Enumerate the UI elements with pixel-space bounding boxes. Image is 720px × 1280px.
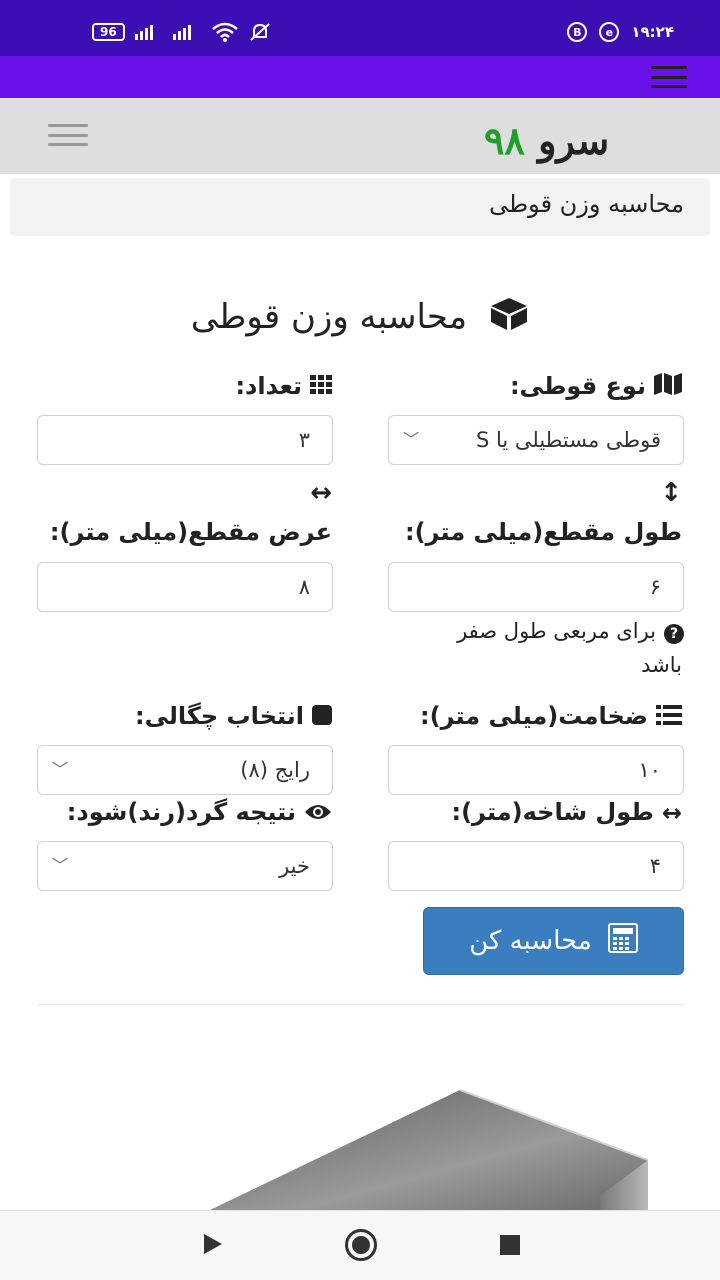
box-illustration (210, 1089, 649, 1210)
count-label: تعداد: (235, 372, 332, 401)
battery-icon: 96 (92, 23, 125, 41)
branch-length-label: ↔طول شاخه(متر): (451, 798, 682, 827)
box-type-select[interactable]: قوطی مستطیلی یا S ﹀ (388, 415, 684, 465)
chevron-down-icon: ﹀ (52, 856, 69, 875)
signal-icon (134, 25, 153, 40)
divider (38, 1004, 684, 1005)
top-bar (0, 56, 720, 98)
breadcrumb-item[interactable]: محاسبه وزن قوطی (489, 190, 684, 218)
status-bar: 96 B e ۱۹:۲۴ (0, 0, 720, 56)
count-input[interactable]: ۳ (37, 415, 333, 465)
home-icon[interactable] (345, 1229, 377, 1261)
site-header (0, 98, 720, 174)
clock: ۱۹:۲۴ (631, 23, 674, 41)
chevron-down-icon: ﹀ (52, 760, 69, 779)
vertical-arrow-icon: ↕ (660, 478, 682, 508)
chevron-down-icon: ﹀ (403, 430, 420, 449)
recent-apps-icon[interactable] (500, 1235, 520, 1255)
horizontal-arrow-icon: ↔ (661, 799, 682, 827)
length-hint: ?برای مربعی طول صفر (457, 614, 684, 648)
width-section-input[interactable]: ۸ (37, 562, 333, 612)
horizontal-arrow-icon: ↔ (310, 478, 332, 508)
site-logo[interactable]: سرو ۹۸ (484, 118, 609, 163)
box-type-label: نوع قوطی: (510, 372, 682, 401)
thickness-input[interactable]: ۱۰ (388, 745, 684, 795)
length-section-label: طول مقطع(میلی متر): (405, 518, 682, 546)
site-menu-icon[interactable] (48, 124, 88, 146)
rounding-select[interactable]: خیر ﹀ (37, 841, 333, 891)
bell-off-icon (250, 23, 270, 41)
map-icon (654, 373, 682, 401)
list-icon (656, 703, 682, 731)
eye-icon (304, 799, 332, 827)
density-select[interactable]: رایج (۸) ﹀ (37, 745, 333, 795)
density-label: انتخاب چگالی: (135, 702, 332, 731)
rounding-label: نتیجه گرد(رند)شود: (67, 798, 332, 827)
back-icon[interactable] (204, 1234, 222, 1254)
page-title: محاسبه وزن قوطی (0, 296, 720, 341)
breadcrumb: محاسبه وزن قوطی (10, 178, 710, 236)
e-badge-icon: e (599, 22, 620, 42)
wifi-icon (211, 22, 238, 42)
top-menu-icon[interactable] (651, 66, 687, 88)
status-left: 96 (92, 22, 271, 42)
grid-icon (310, 373, 332, 401)
length-hint-line2: باشد (641, 653, 682, 677)
signal-icon (172, 25, 191, 40)
status-right: B e ۱۹:۲۴ (567, 22, 674, 42)
b-badge-icon: B (567, 22, 588, 42)
branch-length-input[interactable]: ۴ (388, 841, 684, 891)
thickness-label: ضخامت(میلی متر): (420, 702, 682, 731)
width-section-label: عرض مقطع(میلی متر): (49, 518, 332, 546)
cube-icon (489, 296, 529, 341)
calculate-button[interactable]: محاسبه کن (423, 907, 684, 975)
calculator-icon (607, 922, 638, 960)
question-icon: ? (664, 624, 684, 644)
length-section-input[interactable]: ۶ (388, 562, 684, 612)
square-icon (312, 703, 332, 731)
